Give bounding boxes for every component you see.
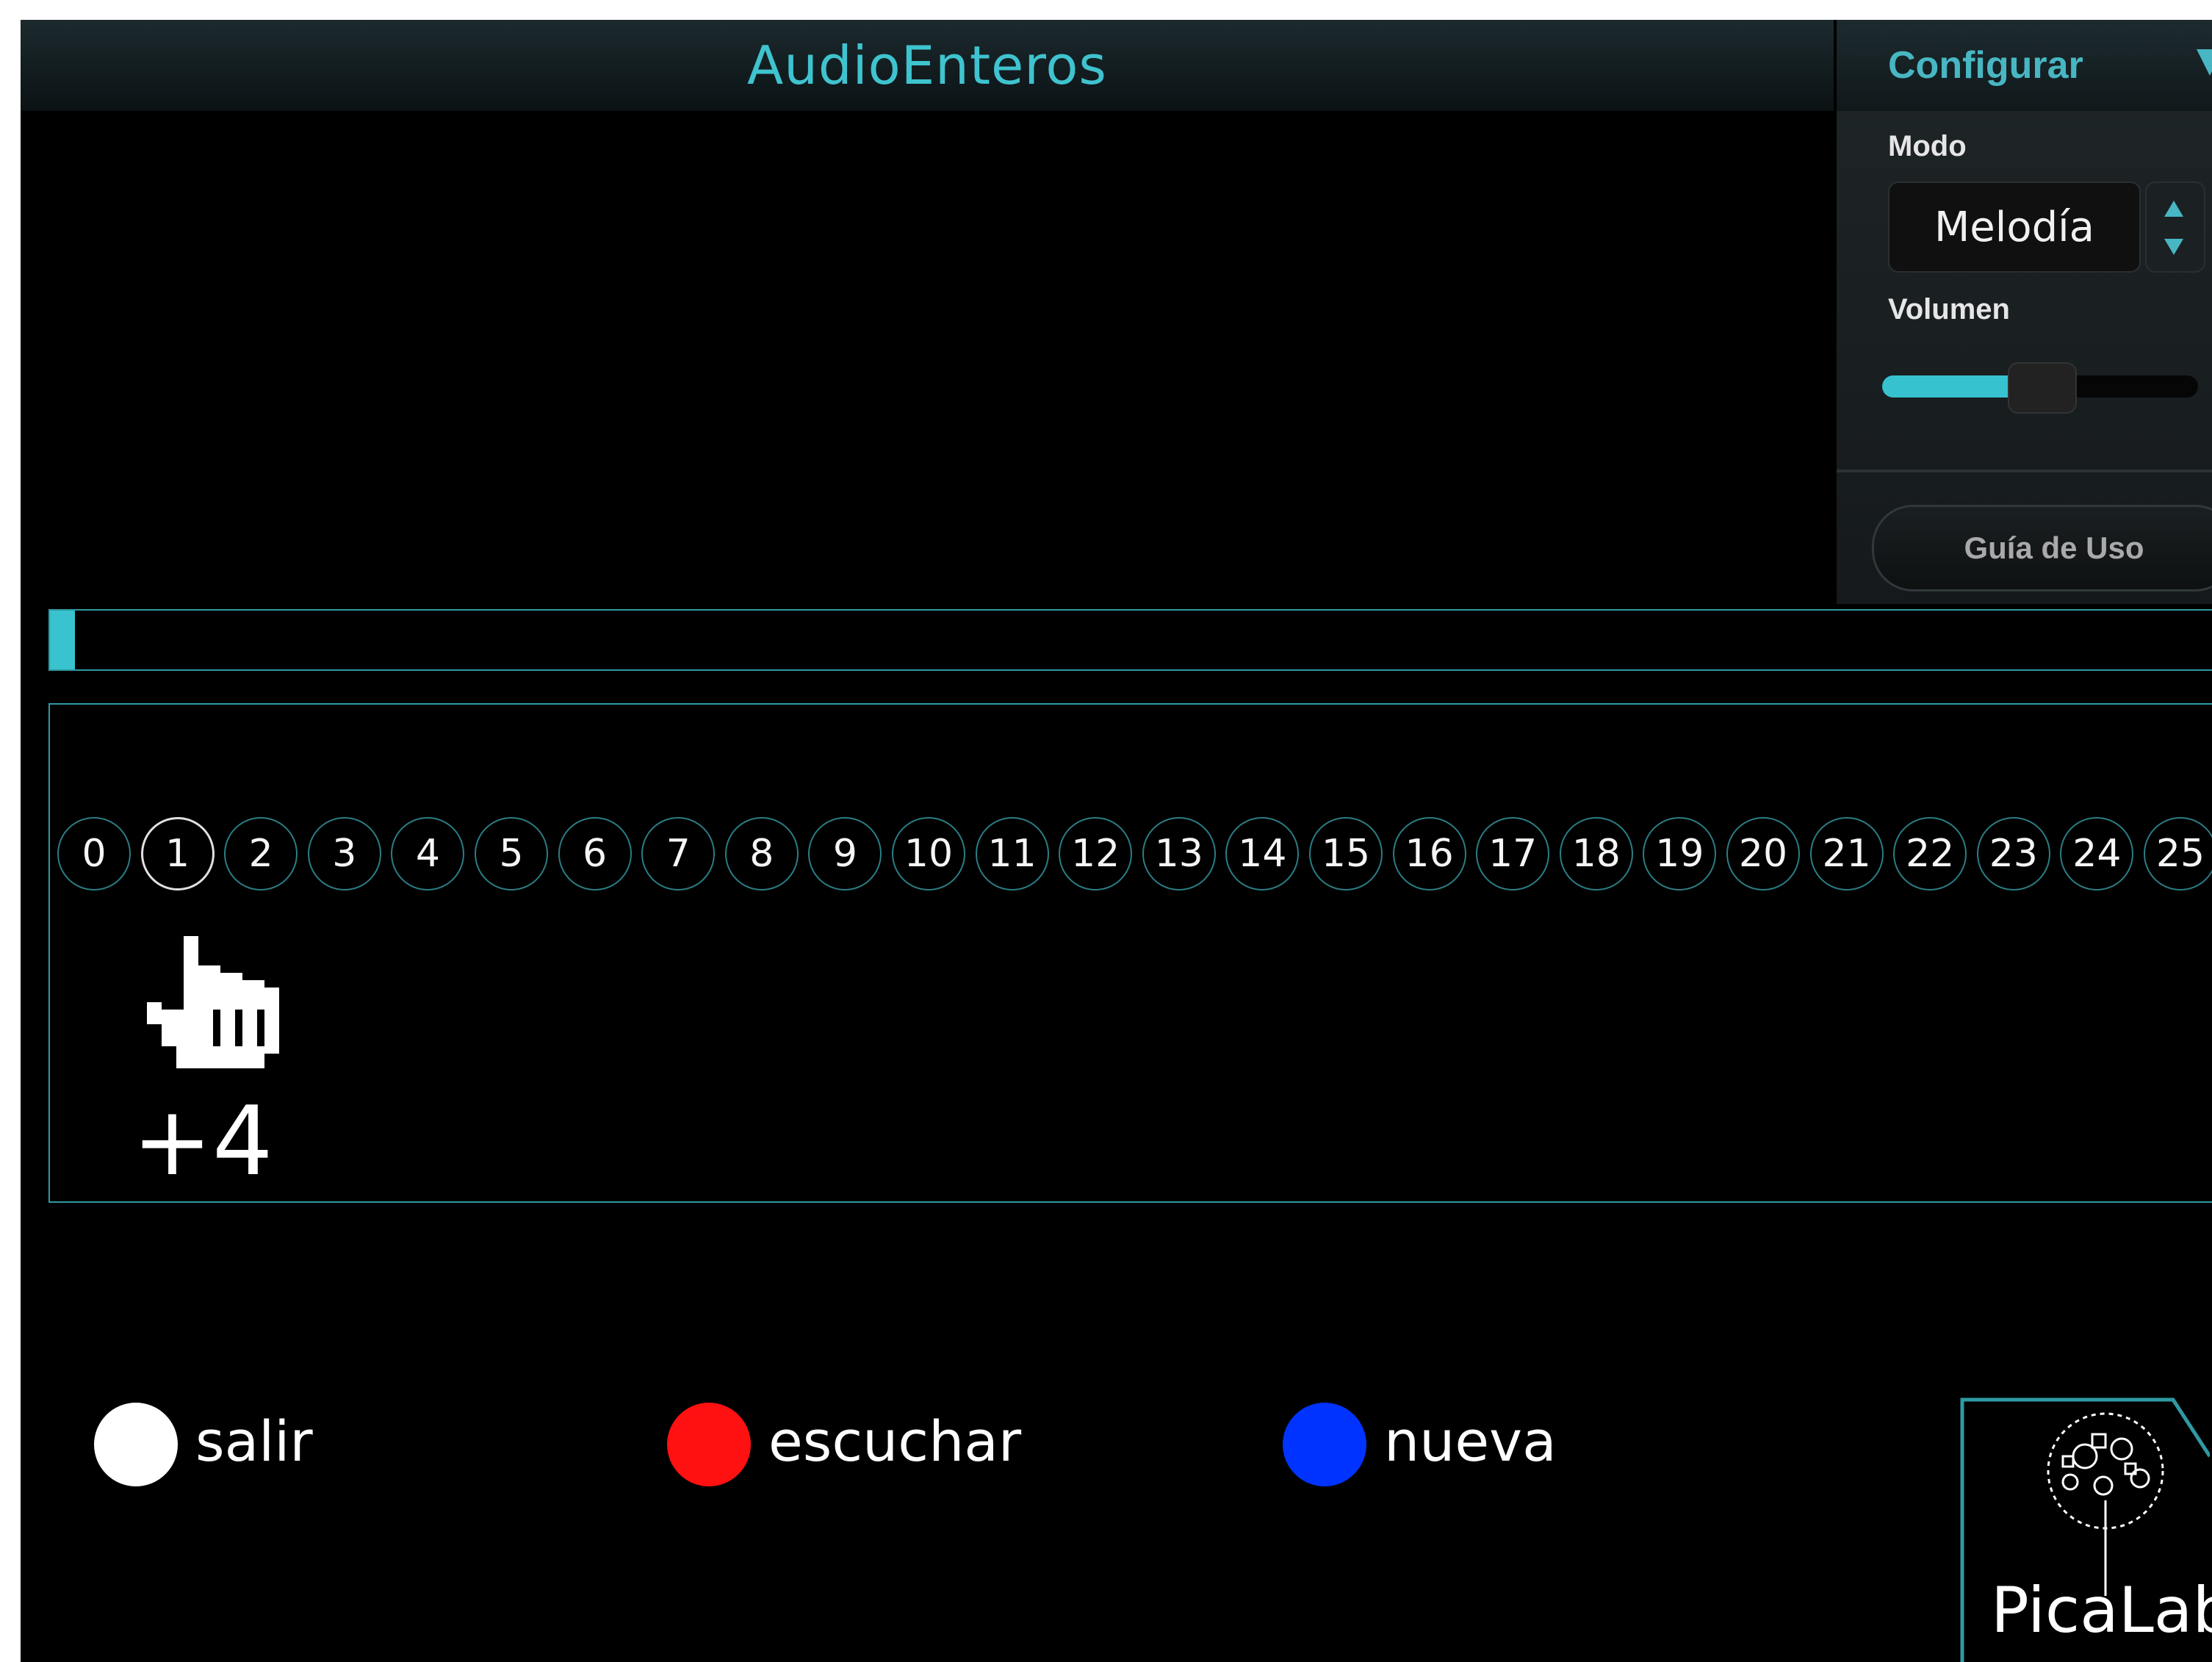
number-circle[interactable]: 25 [2144,817,2212,891]
number-circle[interactable]: 4 [391,817,465,891]
number-circle[interactable]: 5 [475,817,548,891]
number-circle[interactable]: 13 [1142,817,1216,891]
number-circle[interactable]: 22 [1893,817,1967,891]
volume-slider[interactable] [1882,362,2198,414]
config-panel: Configurar Modo Melodía Volumen Guía de … [1837,20,2212,604]
offset-label: +4 [132,1085,273,1197]
number-circle[interactable]: 16 [1392,817,1466,891]
app-window: AudioEnteros Configurar Modo Melodía Vol… [21,20,2212,1662]
number-circle[interactable]: 12 [1059,817,1133,891]
number-circle[interactable]: 3 [307,817,381,891]
number-circle[interactable]: 15 [1309,817,1383,891]
number-circle[interactable]: 20 [1726,817,1800,891]
number-circle[interactable]: 9 [808,817,882,891]
number-circle[interactable]: 19 [1643,817,1717,891]
number-circle[interactable]: 8 [724,817,799,891]
arrow-up-icon[interactable] [2164,201,2183,217]
mode-value: Melodía [1934,203,2094,251]
volume-fill [1882,375,2015,397]
config-header[interactable]: Configurar [1837,20,2212,111]
number-circle[interactable]: 1 [140,817,215,891]
progress-bar [48,609,2212,671]
title-bar: AudioEnteros [21,20,1834,111]
config-title[interactable]: Configurar [1888,43,2083,87]
number-line-panel [48,703,2212,1203]
divider [1837,470,2212,472]
listen-dot[interactable] [667,1403,751,1486]
new-dot[interactable] [1283,1403,1366,1486]
guide-button-label: Guía de Uso [1964,530,2144,565]
progress-fill [50,611,75,669]
hand-pointer-icon [147,936,279,1068]
chevron-down-icon[interactable] [2197,49,2212,76]
mode-label: Modo [1888,130,1967,162]
mode-spinner[interactable] [2145,181,2205,273]
arrow-down-icon[interactable] [2164,239,2183,255]
number-circle[interactable]: 14 [1225,817,1300,891]
picalab-logo: PicaLab [1960,1397,2212,1662]
mode-select[interactable]: Melodía [1888,181,2141,273]
tree-icon [2047,1412,2164,1596]
logo-text: PicaLab [1991,1574,2212,1647]
volume-label: Volumen [1888,293,2010,325]
number-circle[interactable]: 10 [892,817,965,891]
number-circle[interactable]: 18 [1559,817,1633,891]
new-label[interactable]: nueva [1384,1409,1557,1474]
exit-dot[interactable] [94,1403,178,1486]
number-circle[interactable]: 7 [641,817,716,891]
number-circle[interactable]: 24 [2060,817,2134,891]
number-circle[interactable]: 21 [1809,817,1884,891]
guide-button[interactable]: Guía de Uso [1872,505,2212,591]
number-circle[interactable]: 11 [975,817,1049,891]
listen-label[interactable]: escuchar [768,1409,1021,1474]
number-circle[interactable]: 17 [1476,817,1550,891]
number-circle[interactable]: 23 [1976,817,2050,891]
exit-label[interactable]: salir [195,1409,313,1474]
app-title: AudioEnteros [747,35,1107,96]
volume-thumb[interactable] [2007,362,2077,414]
number-circle[interactable]: 0 [57,817,131,891]
number-circle[interactable]: 6 [558,817,632,891]
number-circle[interactable]: 2 [224,817,298,891]
